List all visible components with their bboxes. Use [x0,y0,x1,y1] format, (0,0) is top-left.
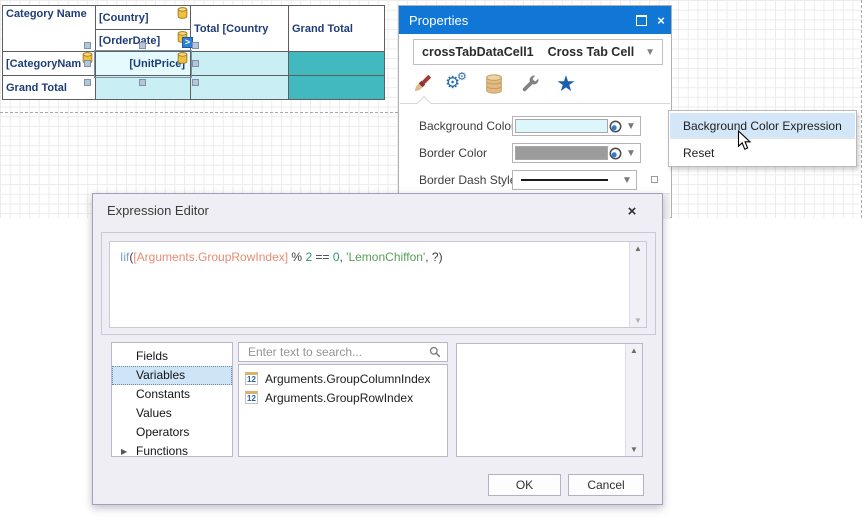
crosstab-data-cell[interactable] [190,51,289,77]
color-auto-icon[interactable] [609,147,622,160]
page-margin-dashed-line [861,0,862,218]
category-item-constants[interactable]: ▶Constants [112,385,232,404]
tab-separator [400,103,670,104]
variable-item[interactable]: 12Arguments.GroupColumnIndex [239,369,447,388]
favorites-tab-star-icon[interactable]: ★ [553,70,579,98]
category-item-fields[interactable]: ▶Fields [112,347,232,366]
selection-handle[interactable] [139,42,146,49]
selection-handle[interactable] [84,42,91,49]
properties-tab-strip: ⚙ ⚙ ★ [409,70,579,100]
selection-handle[interactable] [192,42,199,49]
memo-scrollbar[interactable]: ▲ ▼ [629,242,646,327]
selected-control-type: Cross Tab Cell [548,45,635,59]
expand-arrow-icon[interactable]: ▶ [121,442,127,461]
field-database-icon [177,52,188,64]
expression-memo-edit[interactable]: Iif([Arguments.GroupRowIndex] % 2 == 0, … [109,241,647,328]
crosstab-grand-total-cell[interactable] [288,51,385,77]
search-icon[interactable] [429,346,441,358]
report-designer-screen: Category Name [Country] [OrderDate] Tota… [0,0,865,521]
crosstab-total-column-header-cell[interactable]: Total [Country [190,5,289,52]
expression-token-plain: % [288,250,305,264]
category-item-operators[interactable]: ▶Operators [112,423,232,442]
border-color-label: Border Color [419,146,487,160]
crosstab-grand-total-row-header-cell[interactable]: Grand Total [2,75,96,100]
variable-item[interactable]: 12Arguments.GroupRowIndex [239,388,447,407]
expression-token-plain: == [312,250,333,264]
selection-handle[interactable] [139,79,146,86]
solid-dash-preview [521,179,608,181]
search-box [238,342,448,362]
category-item-variables[interactable]: ▶Variables [112,366,232,385]
menu-item-reset[interactable]: Reset [670,140,855,166]
border-color-editor[interactable]: ▼ [512,143,641,163]
selection-handle[interactable] [84,60,91,67]
selected-control-combobox[interactable]: crossTabDataCell1 Cross Tab Cell ▼ [413,39,663,65]
expression-token-plain: , ?) [425,250,442,264]
color-auto-icon[interactable] [609,120,622,133]
behavior-tab-gears-icon[interactable]: ⚙ ⚙ [445,70,471,98]
crosstab-grand-total-cell[interactable] [288,75,385,100]
search-input[interactable] [246,344,429,360]
properties-panel-titlebar: Properties × [399,6,671,34]
scroll-up-icon[interactable]: ▲ [626,346,642,355]
chevron-down-icon[interactable]: ▼ [622,148,640,159]
description-scrollbar[interactable]: ▲ ▼ [625,344,642,456]
expression-token-number: 0 [333,250,340,264]
selection-handle[interactable] [192,60,199,67]
menu-item-background-color-expression[interactable]: Background Color Expression [670,113,855,139]
int32-icon: 12 [245,391,258,404]
chevron-down-icon[interactable]: ▼ [645,47,655,58]
close-icon[interactable]: × [620,200,644,222]
selected-control-name: crossTabDataCell1 [422,45,534,59]
expression-token-string: 'LemonChiffon' [346,250,425,264]
variables-list: 12Arguments.GroupColumnIndex12Arguments.… [238,364,448,457]
background-color-swatch [515,119,608,133]
appearance-tab-brush-icon[interactable] [409,70,435,98]
expression-editor-dialog: Expression Editor × Iif([Arguments.Group… [92,193,663,505]
crosstab-control: Category Name [Country] [OrderDate] Tota… [2,5,386,101]
border-dash-style-editor[interactable]: ▼ [512,170,637,190]
category-list: ▶Fields▶Variables▶Constants▶Values▶Opera… [111,342,233,457]
border-dash-style-label: Border Dash Style [419,173,516,187]
int32-icon: 12 [245,372,258,385]
expression-text: Iif([Arguments.GroupRowIndex] % 2 == 0, … [120,250,443,264]
cancel-button[interactable]: Cancel [568,474,644,496]
category-item-functions[interactable]: ▶Functions [112,442,232,461]
crosstab-corner-cell[interactable]: Category Name [2,5,96,52]
background-color-editor[interactable]: ▼ [512,116,641,136]
selection-handle[interactable] [192,79,199,86]
property-marker-box [651,176,658,183]
scroll-down-icon[interactable]: ▼ [630,316,646,325]
background-color-label: Background Color [419,119,515,133]
context-menu: Background Color Expression Reset [668,110,857,167]
crosstab-data-cell[interactable] [190,75,289,100]
scroll-up-icon[interactable]: ▲ [630,244,646,253]
crosstab-grand-total-column-header-cell[interactable]: Grand Total [288,5,385,52]
ok-button[interactable]: OK [488,474,561,496]
border-color-swatch [515,146,608,160]
chevron-down-icon[interactable]: ▼ [618,175,636,186]
layout-tab-wrench-icon[interactable] [517,70,543,98]
properties-panel-title: Properties [409,13,631,28]
maximize-icon[interactable] [631,10,651,30]
category-item-values[interactable]: ▶Values [112,404,232,423]
field-database-icon [177,7,188,19]
expression-token-function: Iif [120,250,129,264]
expression-token-field: [Arguments.GroupRowIndex] [133,250,288,264]
data-tab-database-icon[interactable] [481,70,507,98]
selection-handle[interactable] [84,79,91,86]
chevron-down-icon[interactable]: ▼ [622,121,640,132]
close-icon[interactable]: × [651,10,671,30]
description-pane: ▲ ▼ [456,343,643,457]
band-separator-dashed-line [0,112,398,113]
scroll-down-icon[interactable]: ▼ [626,445,642,454]
dialog-title: Expression Editor [107,203,209,218]
properties-panel: Properties × crossTabDataCell1 Cross Tab… [398,5,672,218]
